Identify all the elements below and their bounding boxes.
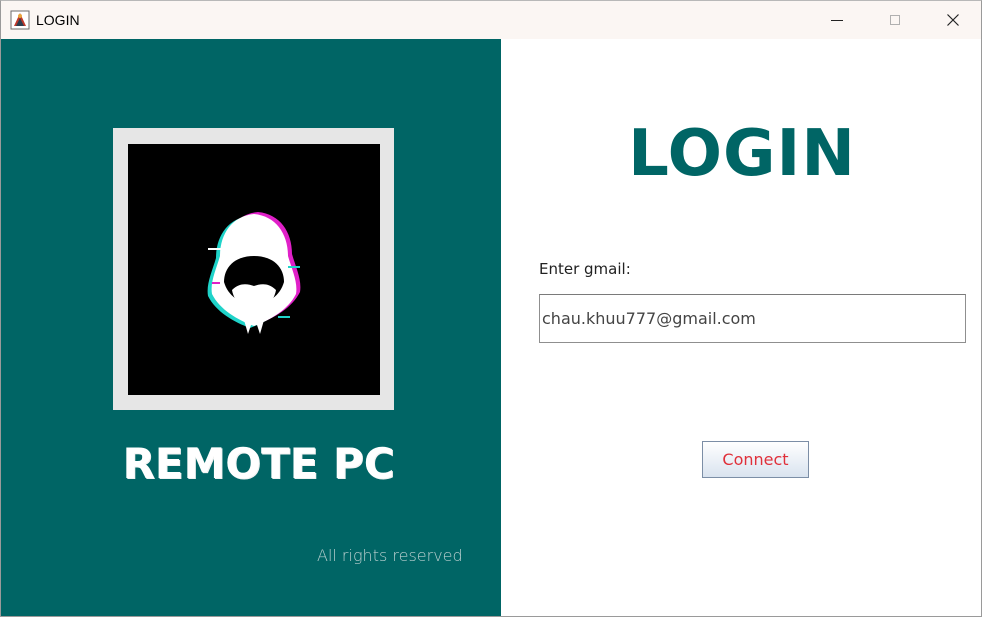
branding-panel: REMOTE PC All rights reserved bbox=[1, 39, 501, 616]
close-button[interactable] bbox=[924, 1, 981, 39]
page-title: LOGIN bbox=[628, 117, 856, 191]
java-app-icon bbox=[10, 10, 30, 30]
hooded-hacker-logo bbox=[207, 212, 301, 334]
logo-image bbox=[128, 144, 380, 395]
window-title: LOGIN bbox=[36, 12, 80, 28]
maximize-button[interactable] bbox=[866, 1, 924, 39]
login-window: LOGIN REMOTE PC All rights reserved LOGI… bbox=[0, 0, 982, 617]
maximize-icon bbox=[890, 15, 900, 25]
gmail-input[interactable] bbox=[539, 294, 966, 343]
title-bar[interactable]: LOGIN bbox=[1, 1, 981, 39]
minimize-icon bbox=[831, 19, 843, 21]
gmail-label: Enter gmail: bbox=[539, 260, 631, 278]
connect-button[interactable]: Connect bbox=[702, 441, 809, 478]
rights-text: All rights reserved bbox=[317, 546, 463, 565]
minimize-button[interactable] bbox=[808, 1, 866, 39]
app-name: REMOTE PC bbox=[122, 439, 395, 488]
close-icon bbox=[947, 14, 959, 26]
logo-frame bbox=[113, 128, 394, 410]
